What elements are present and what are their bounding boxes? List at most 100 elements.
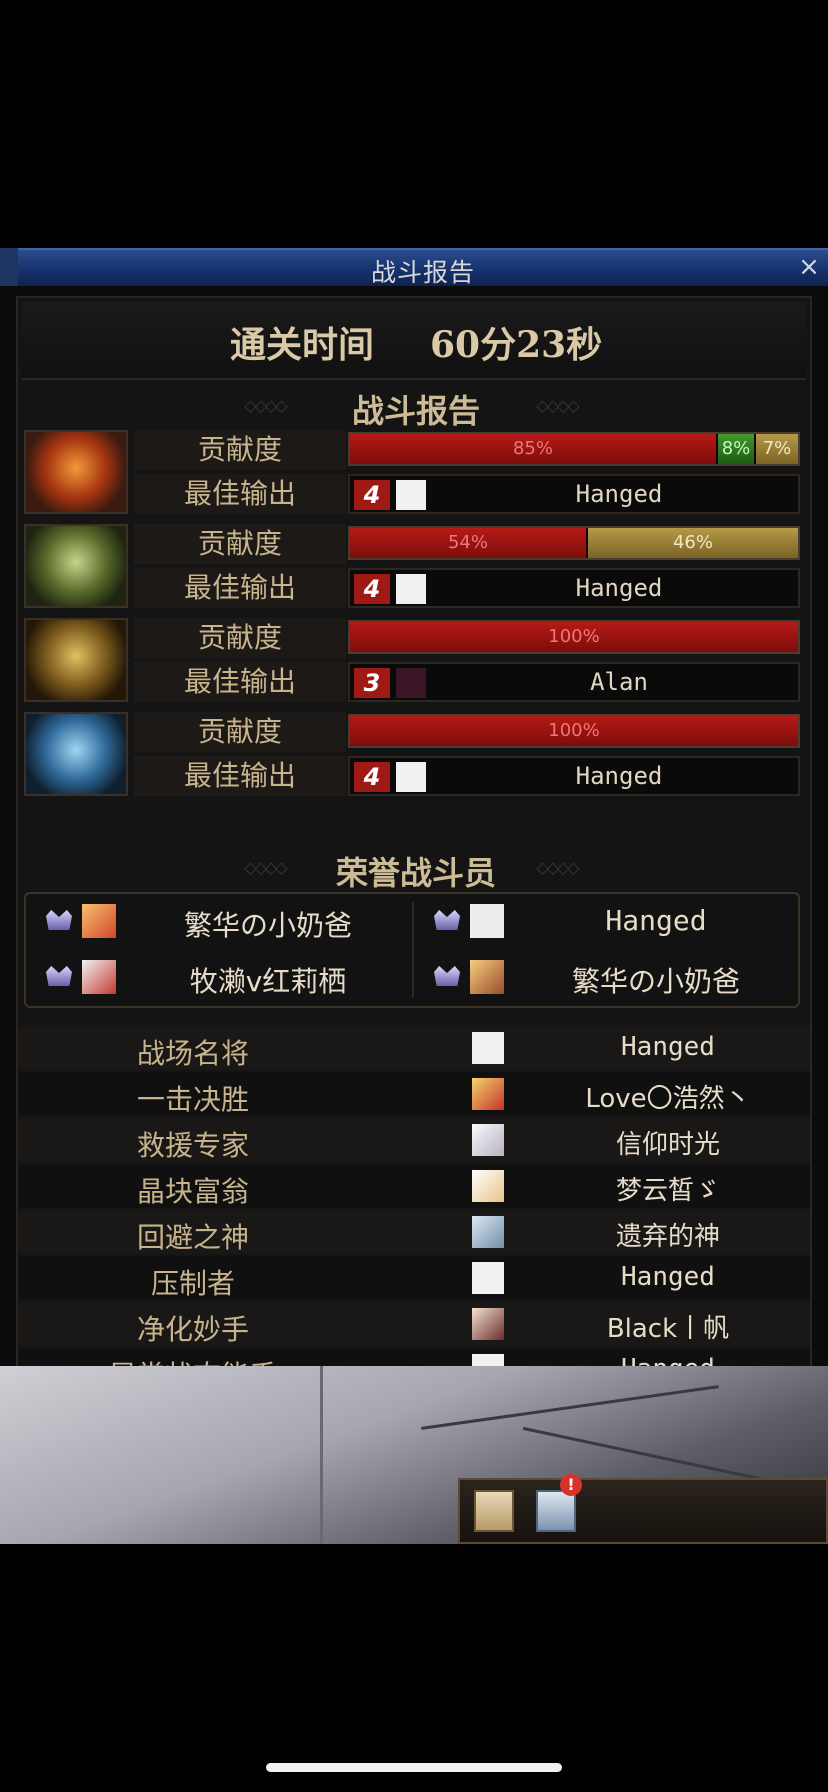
floor-crack <box>320 1366 323 1544</box>
decor-left-icon: ◇◇◇◇ <box>244 858 287 877</box>
best-output-row: 最佳输出 3 Alan <box>134 662 802 702</box>
output-rank-badge: 3 <box>354 668 390 698</box>
contribution-row: 贡献度 54% 46% <box>134 524 802 564</box>
best-player-name: Hanged <box>575 762 663 790</box>
player-avatar <box>396 762 426 792</box>
player-avatar <box>396 480 426 510</box>
best-player-name: Hanged <box>575 480 663 508</box>
best-output-label: 最佳输出 <box>134 662 346 702</box>
crown-icon <box>434 910 460 930</box>
contribution-segment: 7% <box>756 434 798 464</box>
award-player: Hanged <box>621 1262 715 1292</box>
best-player-name: Hanged <box>575 574 663 602</box>
honor-member[interactable]: Hanged <box>414 894 798 950</box>
clear-time-box: 通关时间 60分23秒 <box>22 302 806 380</box>
best-output-box[interactable]: 4 Hanged <box>348 568 800 608</box>
mail-icon[interactable] <box>536 1490 576 1532</box>
player-avatar <box>82 904 116 938</box>
gold-armor-icon <box>24 618 128 702</box>
title-left-strip <box>0 248 18 286</box>
award-title: 救援专家 <box>136 1129 249 1162</box>
section-title-honor: ◇◇◇◇ 荣誉战斗员 ◇◇◇◇ <box>18 848 814 894</box>
title-bar: 战斗报告 × <box>18 248 828 287</box>
honor-member[interactable]: 牧濑v红莉栖 <box>26 950 410 1006</box>
contribution-row: 贡献度 100% <box>134 618 802 658</box>
award-player: 信仰时光 <box>615 1130 720 1160</box>
green-armor-icon <box>24 524 128 608</box>
report-card-1: 贡献度 85% 8% 7% 最佳输出 4 Hanged <box>24 430 802 516</box>
honor-member[interactable]: 繁华の小奶爸 <box>414 950 798 1006</box>
best-output-box[interactable]: 3 Alan <box>348 662 800 702</box>
bottom-dock: ! <box>458 1474 828 1544</box>
award-row[interactable]: 救援专家 信仰时光 <box>18 1118 810 1162</box>
best-output-label: 最佳输出 <box>134 756 346 796</box>
best-output-label: 最佳输出 <box>134 568 346 608</box>
crown-icon <box>46 966 72 986</box>
best-output-box[interactable]: 4 Hanged <box>348 474 800 514</box>
notification-badge: ! <box>560 1474 582 1496</box>
contribution-label: 贡献度 <box>134 712 346 752</box>
report-card-2: 贡献度 54% 46% 最佳输出 4 Hanged <box>24 524 802 610</box>
window-title: 战斗报告 <box>370 258 475 287</box>
award-row[interactable]: 战场名将 Hanged <box>18 1026 810 1070</box>
player-avatar <box>472 1308 504 1340</box>
player-avatar <box>82 960 116 994</box>
ice-armor-icon <box>24 712 128 796</box>
floor-crack <box>421 1385 719 1430</box>
home-indicator[interactable] <box>266 1763 562 1772</box>
report-card-4: 贡献度 100% 最佳输出 4 Hanged <box>24 712 802 798</box>
output-rank-badge: 4 <box>354 574 390 604</box>
player-avatar <box>470 960 504 994</box>
best-output-label: 最佳输出 <box>134 474 346 514</box>
best-output-row: 最佳输出 4 Hanged <box>134 756 802 796</box>
award-row[interactable]: 回避之神 遗弃的神 <box>18 1210 810 1254</box>
section-title-report: ◇◇◇◇ 战斗报告 ◇◇◇◇ <box>18 386 814 432</box>
close-icon[interactable]: × <box>794 251 824 283</box>
best-output-row: 最佳输出 4 Hanged <box>134 568 802 608</box>
player-avatar <box>472 1262 504 1294</box>
award-title: 晶块富翁 <box>136 1175 249 1208</box>
decor-left-icon: ◇◇◇◇ <box>244 396 287 415</box>
contribution-row: 贡献度 85% 8% 7% <box>134 430 802 470</box>
award-title: 压制者 <box>150 1267 235 1300</box>
contribution-bar: 100% <box>348 620 800 654</box>
award-title: 回避之神 <box>136 1221 249 1254</box>
player-avatar <box>472 1032 504 1064</box>
contribution-segment: 54% <box>350 528 586 558</box>
award-player: 梦云皙ゞ <box>615 1176 720 1206</box>
contribution-bar: 85% 8% 7% <box>348 432 800 466</box>
contribution-segment: 85% <box>350 434 716 464</box>
contribution-segment: 100% <box>350 622 798 652</box>
player-avatar <box>472 1216 504 1248</box>
award-title: 一击决胜 <box>136 1083 249 1116</box>
award-row[interactable]: 一击决胜 Love〇浩然丶 <box>18 1072 810 1116</box>
honor-member-name: 牧濑v红莉栖 <box>189 965 347 998</box>
award-row[interactable]: 净化妙手 Black丨帆 <box>18 1302 810 1346</box>
honor-member-name: Hanged <box>605 904 707 937</box>
award-player: 遗弃的神 <box>615 1222 720 1252</box>
award-player: Hanged <box>621 1032 715 1062</box>
contribution-segment: 46% <box>588 528 798 558</box>
output-rank-badge: 4 <box>354 762 390 792</box>
clear-time-value: 60分23秒 <box>430 324 603 366</box>
contribution-bar: 54% 46% <box>348 526 800 560</box>
player-avatar <box>470 904 504 938</box>
clear-time-label: 通关时间 <box>230 324 375 366</box>
contribution-segment: 8% <box>718 434 754 464</box>
award-row[interactable]: 晶块富翁 梦云皙ゞ <box>18 1164 810 1208</box>
player-avatar <box>472 1078 504 1110</box>
contribution-segment: 100% <box>350 716 798 746</box>
best-player-name: Alan <box>590 668 648 696</box>
honor-member[interactable]: 繁华の小奶爸 <box>26 894 410 950</box>
crown-icon <box>434 966 460 986</box>
award-title: 战场名将 <box>136 1037 249 1070</box>
section-report-text: 战斗报告 <box>351 392 480 430</box>
report-panel: 通关时间 60分23秒 ◇◇◇◇ 战斗报告 ◇◇◇◇ 贡献度 85% 8% 7%… <box>16 296 812 1518</box>
award-row[interactable]: 压制者 Hanged <box>18 1256 810 1300</box>
contribution-bar: 100% <box>348 714 800 748</box>
best-output-box[interactable]: 4 Hanged <box>348 756 800 796</box>
crown-icon <box>46 910 72 930</box>
honor-member-name: 繁华の小奶爸 <box>183 909 352 942</box>
scroll-icon[interactable] <box>474 1490 514 1532</box>
battle-report-window: 战斗报告 × 通关时间 60分23秒 ◇◇◇◇ 战斗报告 ◇◇◇◇ 贡献度 85… <box>0 248 828 1544</box>
